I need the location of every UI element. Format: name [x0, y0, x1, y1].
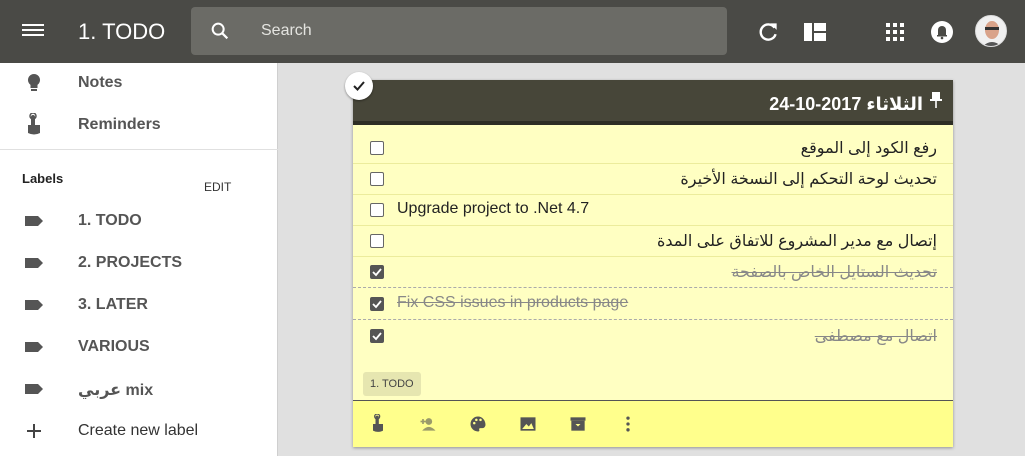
refresh-icon[interactable]	[755, 19, 781, 45]
archive-icon[interactable]	[568, 414, 588, 434]
sidebar-item-label-various[interactable]: VARIOUS	[0, 327, 278, 369]
label-icon	[25, 342, 43, 352]
lightbulb-icon	[27, 73, 41, 91]
notifications-icon[interactable]	[929, 19, 955, 45]
list-view-icon[interactable]	[802, 19, 828, 45]
sidebar-item-label-todo[interactable]: 1. TODO	[0, 201, 278, 243]
sidebar-item-label: 1. TODO	[78, 212, 142, 229]
plus-icon	[27, 424, 41, 438]
todo-item-completed: تحديث الستايل الخاص بالصفحة	[353, 257, 953, 288]
sidebar-item-label: VARIOUS	[78, 338, 150, 355]
todo-item: Upgrade project to .Net 4.7	[353, 195, 953, 226]
reminder-icon	[28, 113, 40, 135]
todo-checkbox-checked[interactable]	[370, 297, 384, 311]
todo-item: إتصال مع مدير المشروع للاتفاق على المدة	[353, 226, 953, 257]
top-app-bar: 1. TODO	[0, 0, 1025, 63]
todo-checkbox[interactable]	[370, 141, 384, 155]
palette-icon[interactable]	[468, 414, 488, 434]
check-icon	[353, 81, 365, 91]
note-label-chip[interactable]: 1. TODO	[363, 372, 421, 396]
todo-text[interactable]: تحديث لوحة التحكم إلى النسخة الأخيرة	[680, 169, 937, 189]
divider	[0, 149, 278, 150]
reminder-icon[interactable]	[368, 414, 388, 434]
labels-heading: Labels	[22, 171, 64, 186]
todo-text[interactable]: تحديث الستايل الخاص بالصفحة	[732, 262, 938, 282]
more-icon[interactable]	[618, 414, 638, 434]
note-card[interactable]: الثلاثاء 2017-10-24 رفع الكود إلى الموقع…	[353, 80, 953, 447]
sidebar: Notes Reminders Labels EDIT 1. TODO 2. P…	[0, 63, 278, 456]
sidebar-item-label-projects[interactable]: 2. PROJECTS	[0, 243, 278, 285]
todo-checkbox[interactable]	[370, 234, 384, 248]
note-header: الثلاثاء 2017-10-24	[353, 80, 953, 125]
sidebar-item-label-arabic-mix[interactable]: عربي mix	[0, 369, 278, 411]
sidebar-item-reminders[interactable]: Reminders	[0, 105, 278, 147]
todo-item: تحديث لوحة التحكم إلى النسخة الأخيرة	[353, 164, 953, 195]
sidebar-item-label: Create new label	[78, 422, 199, 439]
sidebar-item-notes[interactable]: Notes	[0, 63, 278, 105]
todo-item: رفع الكود إلى الموقع	[353, 133, 953, 164]
app-title: 1. TODO	[78, 19, 166, 44]
sidebar-item-label-later[interactable]: 3. LATER	[0, 285, 278, 327]
edit-labels-button[interactable]: EDIT	[204, 180, 231, 194]
note-title[interactable]: الثلاثاء 2017-10-24	[769, 94, 923, 115]
search-input[interactable]	[261, 18, 701, 44]
menu-icon[interactable]	[22, 21, 44, 41]
sidebar-item-label: عربي mix	[78, 382, 154, 399]
todo-item-completed: اتصال مع مصطفى	[353, 321, 953, 352]
todo-checkbox[interactable]	[370, 172, 384, 186]
todo-text[interactable]: اتصال مع مصطفى	[815, 326, 937, 346]
sidebar-item-label: Notes	[78, 74, 123, 91]
sidebar-item-label: 2. PROJECTS	[78, 254, 183, 271]
search-bar[interactable]	[191, 7, 727, 55]
avatar[interactable]	[975, 15, 1007, 47]
create-new-label-button[interactable]: Create new label	[0, 411, 278, 453]
pin-icon[interactable]	[929, 90, 943, 110]
todo-checkbox-checked[interactable]	[370, 329, 384, 343]
sidebar-item-label: 3. LATER	[78, 296, 148, 313]
note-toolbar	[353, 400, 953, 447]
todo-checkbox[interactable]	[370, 203, 384, 217]
sidebar-item-label: Reminders	[78, 116, 161, 133]
todo-text[interactable]: Fix CSS issues in products page	[397, 294, 628, 312]
search-icon[interactable]	[209, 20, 231, 42]
image-icon[interactable]	[518, 414, 538, 434]
todo-text[interactable]: رفع الكود إلى الموقع	[801, 138, 937, 158]
label-icon	[25, 384, 43, 394]
select-note-checkmark[interactable]	[345, 72, 373, 100]
apps-icon[interactable]	[882, 19, 908, 45]
todo-checkbox-checked[interactable]	[370, 265, 384, 279]
label-icon	[25, 300, 43, 310]
todo-item-completed: Fix CSS issues in products page	[353, 289, 953, 320]
collaborator-icon[interactable]	[418, 414, 438, 434]
todo-text[interactable]: إتصال مع مدير المشروع للاتفاق على المدة	[657, 231, 937, 251]
label-icon	[25, 258, 43, 268]
label-icon	[25, 216, 43, 226]
todo-text[interactable]: Upgrade project to .Net 4.7	[397, 200, 589, 218]
